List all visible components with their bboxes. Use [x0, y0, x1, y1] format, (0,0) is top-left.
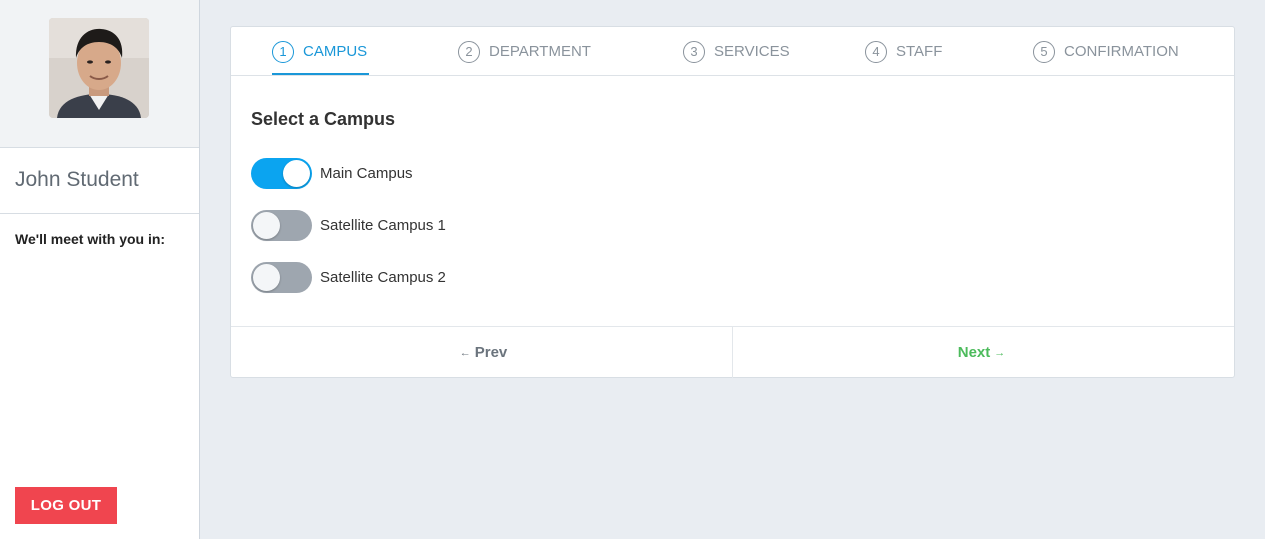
toggle-knob [253, 264, 280, 291]
toggle-knob [253, 212, 280, 239]
prev-button[interactable]: ← Prev [231, 327, 733, 378]
campus-toggle[interactable] [251, 158, 312, 189]
step-number: 2 [458, 40, 480, 63]
tab-label: SERVICES [714, 43, 790, 60]
avatar-panel [0, 0, 199, 148]
arrow-left-icon: ← [459, 346, 471, 359]
sidebar: John Student We'll meet with you in: LOG… [0, 0, 200, 539]
tab-campus[interactable]: 1 CAMPUS [272, 27, 367, 76]
tab-label: CAMPUS [303, 43, 368, 60]
step-number: 1 [272, 40, 294, 63]
section-title: Select a Campus [251, 109, 396, 129]
wizard-footer: ← Prev Next → [231, 326, 1234, 378]
campus-option-main[interactable]: Main Campus [251, 158, 413, 189]
tab-label: STAFF [896, 43, 943, 60]
toggle-knob [283, 160, 310, 187]
avatar [49, 18, 149, 118]
step-number: 3 [683, 40, 705, 63]
logout-button[interactable]: LOG OUT [15, 487, 117, 524]
tab-label: CONFIRMATION [1064, 43, 1179, 60]
tab-staff[interactable]: 4 STAFF [865, 27, 942, 76]
campus-toggle[interactable] [251, 262, 312, 293]
arrow-right-icon: → [994, 346, 1006, 359]
tab-confirmation[interactable]: 5 CONFIRMATION [1033, 27, 1179, 76]
next-label: Next [957, 344, 991, 361]
campus-option-satellite-2[interactable]: Satellite Campus 2 [251, 262, 446, 293]
step-number: 4 [865, 40, 887, 63]
active-tab-indicator [272, 73, 369, 75]
campus-option-satellite-1[interactable]: Satellite Campus 1 [251, 210, 446, 241]
tab-services[interactable]: 3 SERVICES [683, 27, 790, 76]
user-name: John Student [0, 148, 199, 214]
step-number: 5 [1033, 40, 1055, 63]
campus-label: Satellite Campus 2 [320, 269, 446, 286]
meet-label: We'll meet with you in: [15, 231, 166, 247]
next-button[interactable]: Next → [733, 327, 1234, 378]
campus-label: Satellite Campus 1 [320, 217, 446, 234]
wizard-card: 1 CAMPUS 2 DEPARTMENT 3 SERVICES 4 STAFF… [230, 26, 1235, 378]
avatar-photo [49, 18, 149, 118]
step-tabs: 1 CAMPUS 2 DEPARTMENT 3 SERVICES 4 STAFF… [231, 27, 1234, 76]
tab-department[interactable]: 2 DEPARTMENT [458, 27, 591, 76]
tab-label: DEPARTMENT [489, 43, 591, 60]
prev-label: Prev [474, 344, 508, 361]
campus-label: Main Campus [320, 165, 413, 182]
campus-toggle[interactable] [251, 210, 312, 241]
